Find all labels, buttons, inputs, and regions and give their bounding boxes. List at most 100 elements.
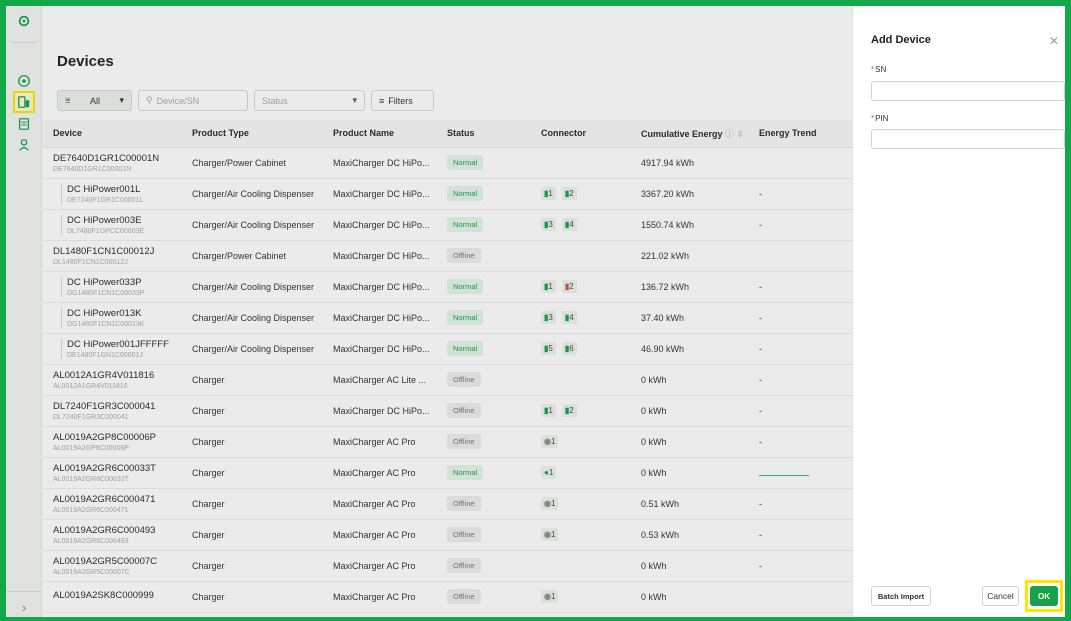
table-row[interactable]: AL0019A2GR6C000471 AL0019A2GR6C000471 Char… bbox=[43, 488, 852, 520]
connector-badge[interactable]: ▮2 bbox=[561, 280, 577, 293]
expand-chevron-icon[interactable]: › bbox=[15, 598, 33, 616]
table-row[interactable]: DC HiPower001JFFFFF DE1480F1GN1C00001J Cha… bbox=[43, 333, 852, 365]
info-icon: ⓘ ⇳ bbox=[725, 128, 745, 139]
sn-input[interactable] bbox=[871, 81, 1065, 101]
table-row[interactable]: DL1480F1CN1C00012J DL1480F1CN1C00012J Char… bbox=[43, 240, 852, 272]
device-cell[interactable]: DC HiPower001JFFFFF DE1480F1GN1C00001J bbox=[43, 333, 182, 365]
device-cell[interactable]: DL7240F1GR3C000041 DL7240F1GR3C000041 bbox=[43, 395, 182, 427]
table-row[interactable]: AL0019A2SK8C000999 Charger MaxiCharger AC … bbox=[43, 581, 852, 613]
col-cumulative-energy[interactable]: Cumulative Energy ⓘ ⇳ bbox=[631, 120, 749, 148]
device-cell[interactable]: DC HiPower003E DL7480F1GPCC00003E bbox=[43, 209, 182, 241]
device-name[interactable]: AL0019A2GP8C00006P bbox=[53, 432, 182, 443]
table-row[interactable]: AL0019A2GR6C00033T AL0019A2GR6C00033T Char… bbox=[43, 457, 852, 489]
table-row[interactable]: AL0019A2GR6C000493 AL0019A2GR6C000493 Char… bbox=[43, 519, 852, 551]
pin-label: *PIN bbox=[871, 114, 888, 123]
status-cell: Normal bbox=[437, 178, 531, 210]
device-name[interactable]: DC HiPower003E bbox=[67, 215, 182, 226]
ac-connector-icon: ◉ bbox=[544, 592, 551, 601]
user-icon[interactable] bbox=[15, 136, 33, 154]
connector-badge[interactable]: ▮4 bbox=[561, 218, 577, 231]
col-energy-trend[interactable]: Energy Trend bbox=[749, 120, 852, 148]
table-row[interactable]: DC HiPower001L DE7240F1GR1C00001L Charger/… bbox=[43, 178, 852, 210]
device-cell[interactable]: AL0019A2GP8C00006P AL0019A2GP8C00006P bbox=[43, 426, 182, 458]
device-cell[interactable]: AL0019A2GR6C000493 AL0019A2GR6C000493 bbox=[43, 519, 182, 551]
devices-icon[interactable] bbox=[13, 91, 35, 113]
device-name[interactable]: DC HiPower001L bbox=[67, 184, 182, 195]
col-status[interactable]: Status bbox=[437, 120, 531, 148]
device-name[interactable]: AL0012A1GR4V011816 bbox=[53, 370, 182, 381]
connector-badge[interactable]: ▮1 bbox=[541, 404, 556, 417]
connector-badge[interactable]: ▮1 bbox=[541, 280, 556, 293]
device-cell-content: DC HiPower001L DE7240F1GR1C00001L bbox=[61, 183, 182, 204]
device-cell[interactable]: DC HiPower001L DE7240F1GR1C00001L bbox=[43, 178, 182, 210]
connector-badge[interactable]: ◉1 bbox=[541, 590, 559, 603]
connector-badge[interactable]: ▮6 bbox=[561, 342, 577, 355]
connector-badge[interactable]: ▮1 bbox=[541, 187, 556, 200]
filters-button[interactable]: ≡ Filters bbox=[371, 90, 434, 111]
table-row[interactable]: DC HiPower033P DG1480F1CN1C00033P Charger/… bbox=[43, 271, 852, 303]
table-row[interactable]: DE7640D1GR1C00001N DE7640D1GR1C00001N Char… bbox=[43, 147, 852, 179]
device-name[interactable]: AL0019A2GR6C00033T bbox=[53, 463, 182, 474]
table-row[interactable]: DC HiPower013K DG1480F1CN1C00013K Charger/… bbox=[43, 302, 852, 334]
pin-input[interactable] bbox=[871, 129, 1065, 149]
connector-badge[interactable]: ▮3 bbox=[541, 311, 556, 324]
connector-badge[interactable]: ◉1 bbox=[541, 497, 559, 510]
col-product-name[interactable]: Product Name bbox=[323, 120, 437, 148]
connector-badge[interactable]: ▮2 bbox=[561, 187, 577, 200]
col-connector[interactable]: Connector bbox=[531, 120, 631, 148]
close-icon[interactable]: ✕ bbox=[1049, 34, 1059, 48]
device-name[interactable]: DL1480F1CN1C00012J bbox=[53, 246, 182, 257]
energy-trend-cell: - bbox=[749, 178, 852, 210]
product-type-cell: Charger bbox=[182, 581, 323, 613]
device-cell[interactable]: AL0019A2GR6C00033T AL0019A2GR6C00033T bbox=[43, 457, 182, 489]
connector-badge[interactable]: ◉1 bbox=[541, 528, 559, 541]
status-select[interactable]: Status ▾ bbox=[254, 90, 365, 111]
connector-badge[interactable]: ▮5 bbox=[541, 342, 556, 355]
device-cell[interactable]: AL0012A1GR4V011816 AL0012A1GR4V011816 bbox=[43, 364, 182, 396]
table-row[interactable]: DL7240F1GR3C000041 DL7240F1GR3C000041 Char… bbox=[43, 395, 852, 427]
table-row[interactable]: AL0012A1GR4V011816 AL0012A1GR4V011816 Char… bbox=[43, 364, 852, 396]
orders-icon[interactable] bbox=[15, 115, 33, 133]
device-cell[interactable]: AL0019A2GR5C00007C AL0019A2GR5C00007C bbox=[43, 550, 182, 582]
product-type-cell: Charger/Power Cabinet bbox=[182, 240, 323, 272]
cancel-button[interactable]: Cancel bbox=[982, 586, 1019, 606]
dashboard-icon[interactable] bbox=[15, 72, 33, 90]
device-cell[interactable]: DE7640D1GR1C00001N DE7640D1GR1C00001N bbox=[43, 147, 182, 179]
device-name[interactable]: DE7640D1GR1C00001N bbox=[53, 153, 182, 164]
device-name[interactable]: AL0019A2GR6C000493 bbox=[53, 525, 182, 536]
device-name[interactable]: DC HiPower033P bbox=[67, 277, 182, 288]
device-name[interactable]: DC HiPower001JFFFFF bbox=[67, 339, 182, 350]
connector-badge[interactable]: ▮2 bbox=[561, 404, 577, 417]
col-product-type[interactable]: Product Type bbox=[182, 120, 323, 148]
device-name[interactable]: AL0019A2GR6C000471 bbox=[53, 494, 182, 505]
connector-badge[interactable]: ▮3 bbox=[541, 218, 556, 231]
all-filter-select[interactable]: ⩸ All ▾ bbox=[57, 90, 132, 111]
device-serial: AL0019A2GR5C00007C bbox=[53, 568, 130, 576]
filter-icon: ⩸ bbox=[65, 95, 71, 105]
device-serial: DE1480F1GN1C00001J bbox=[67, 351, 143, 359]
connector-badge[interactable]: ▮4 bbox=[561, 311, 577, 324]
device-cell[interactable]: AL0019A2SK8C000999 bbox=[43, 581, 182, 613]
device-cell[interactable]: DL1480F1CN1C00012J DL1480F1CN1C00012J bbox=[43, 240, 182, 272]
batch-import-button[interactable]: Batch Import bbox=[871, 586, 931, 606]
product-name-cell: MaxiCharger AC Pro bbox=[323, 550, 437, 582]
product-name-cell: MaxiCharger AC Pro bbox=[323, 426, 437, 458]
device-cell[interactable]: AL0019A2GR6C000471 AL0019A2GR6C000471 bbox=[43, 488, 182, 520]
connector-badge[interactable]: ●1 bbox=[541, 466, 557, 479]
ok-button[interactable]: OK bbox=[1030, 586, 1058, 606]
table-row[interactable]: AL0019A2GP8C00006P AL0019A2GP8C00006P Char… bbox=[43, 426, 852, 458]
table-row[interactable]: AL0019A2GR5C00007C AL0019A2GR5C00007C Char… bbox=[43, 550, 852, 582]
col-device[interactable]: Device bbox=[43, 120, 182, 148]
device-cell[interactable]: DC HiPower013K DG1480F1CN1C00013K bbox=[43, 302, 182, 334]
search-input[interactable]: ⚲ Device/SN bbox=[138, 90, 248, 111]
ok-button-highlight: OK bbox=[1025, 580, 1063, 612]
device-name[interactable]: AL0019A2SK8C000999 bbox=[53, 590, 182, 601]
device-cell[interactable]: DC HiPower033P DG1480F1CN1C00033P bbox=[43, 271, 182, 303]
device-name[interactable]: DC HiPower013K bbox=[67, 308, 182, 319]
status-cell: Offline bbox=[437, 519, 531, 551]
connector-badge[interactable]: ◉1 bbox=[541, 435, 559, 448]
table-row[interactable]: DC HiPower003E DL7480F1GPCC00003E Charger/… bbox=[43, 209, 852, 241]
connector-number: 1 bbox=[548, 406, 553, 415]
device-name[interactable]: AL0019A2GR5C00007C bbox=[53, 556, 182, 567]
device-name[interactable]: DL7240F1GR3C000041 bbox=[53, 401, 182, 412]
